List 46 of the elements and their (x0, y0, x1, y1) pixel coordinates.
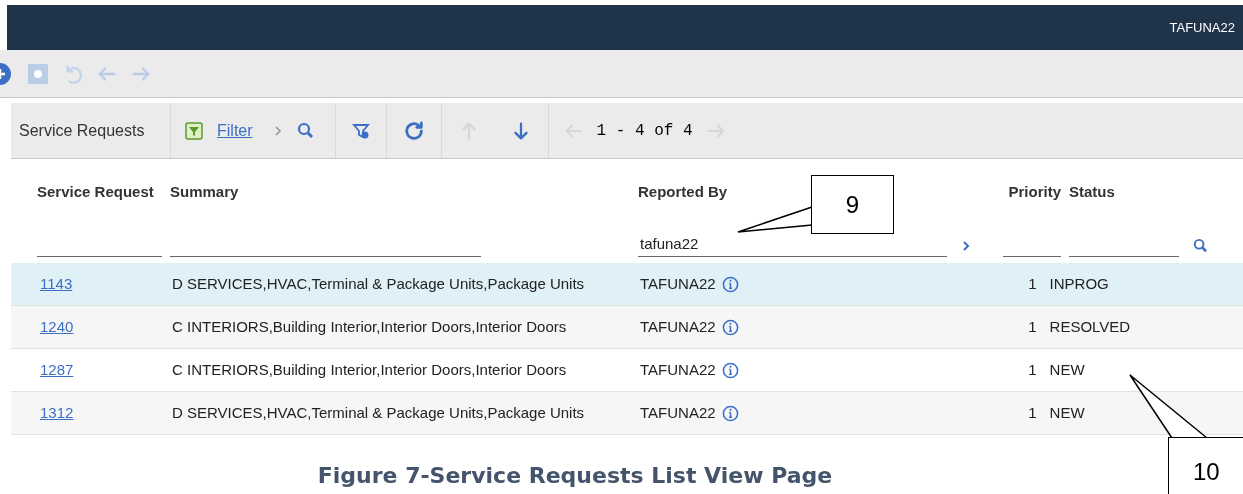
info-icon[interactable] (721, 275, 739, 293)
chevron-right-icon[interactable] (961, 239, 971, 253)
pagination-text: 1 - 4 of 4 (596, 120, 693, 142)
reporter-cell-text: TAFUNA22 (640, 359, 716, 380)
request-link[interactable]: 1143 (40, 272, 172, 296)
filter-icon[interactable] (185, 121, 203, 140)
status-cell-text: NEW (1049, 359, 1085, 380)
info-icon[interactable] (721, 318, 739, 336)
request-link[interactable]: 1287 (40, 358, 172, 382)
chevron-right-icon[interactable] (272, 123, 283, 138)
refresh-icon[interactable] (402, 119, 425, 142)
info-icon[interactable] (721, 361, 739, 379)
clear-filter-icon[interactable] (351, 121, 370, 140)
add-icon[interactable] (0, 61, 14, 86)
request-link[interactable]: 1240 (40, 315, 172, 339)
status-cell-text: NEW (1049, 402, 1085, 423)
reporter-cell-text: TAFUNA22 (640, 273, 716, 294)
callout-box: 10 (1168, 437, 1243, 494)
filter-link[interactable]: Filter (217, 118, 253, 143)
callout-box: 9 (811, 175, 894, 234)
summary-cell-text: C INTERIORS,Building Interior,Interior Doors,Interior Doors (172, 359, 568, 380)
column-header[interactable]: Priority (1003, 181, 1069, 204)
summary-cell-text: D SERVICES,HVAC,Terminal & Package Units,Package Units (172, 402, 586, 423)
priority-cell-text: 1 (1027, 402, 1037, 423)
summary-cell-text: C INTERIORS,Building Interior,Interior Doors,Interior Doors (172, 316, 568, 337)
search-icon[interactable] (1193, 237, 1209, 255)
table-row[interactable]: 1240 C INTERIORS,Building Interior,Interior Doors,Interior Doors TAFUNA22 1 RESOLVED (11, 306, 1243, 349)
summary-cell-text: D SERVICES,HVAC,Terminal & Package Units,Package Units (172, 273, 586, 294)
priority-cell-text: 1 (1027, 316, 1037, 337)
list-title: Service Requests (11, 103, 171, 158)
status-cell-text: INPROG (1049, 273, 1109, 294)
column-header[interactable]: Summary (170, 181, 638, 204)
reporter-cell-text: TAFUNA22 (640, 402, 716, 423)
figure-caption: Figure 7-Service Requests List View Page (317, 465, 833, 487)
table-row[interactable]: 1143 D SERVICES,HVAC,Terminal & Package Units,Package Units TAFUNA22 1 INPROG (11, 263, 1243, 306)
user-name: TAFUNA22 (1169, 18, 1235, 37)
priority-cell-text: 1 (1027, 359, 1037, 380)
column-header[interactable]: Service Request (37, 181, 170, 204)
reporter-cell-text: TAFUNA22 (640, 316, 716, 337)
table-row[interactable]: 1312 D SERVICES,HVAC,Terminal & Package Units,Package Units TAFUNA22 1 NEW (11, 392, 1243, 435)
column-header[interactable]: Status (1069, 181, 1209, 204)
request-link[interactable]: 1312 (40, 401, 172, 425)
status-cell-text: RESOLVED (1049, 316, 1131, 337)
search-icon[interactable] (296, 121, 315, 140)
info-icon[interactable] (721, 404, 739, 422)
priority-cell-text: 1 (1027, 273, 1037, 294)
